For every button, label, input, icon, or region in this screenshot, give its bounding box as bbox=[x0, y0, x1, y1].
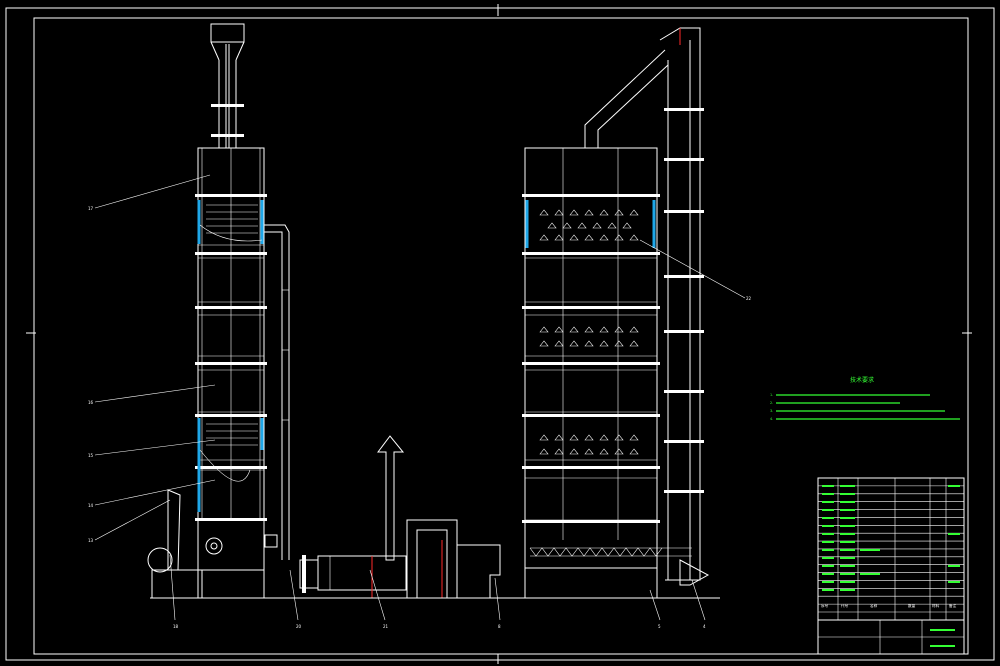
furnace-unit bbox=[299, 435, 520, 599]
header-remark: 备注 bbox=[949, 603, 957, 608]
technical-notes: 技术要求 1. 2. 3. 4. bbox=[770, 376, 960, 421]
callout-21: 21 bbox=[383, 624, 389, 629]
callout-15: 15 bbox=[88, 453, 94, 458]
callout-labels: 17 16 15 14 13 18 20 21 8 5 4 22 bbox=[88, 206, 752, 629]
note-3: 3. bbox=[770, 409, 773, 413]
callout-5: 5 bbox=[658, 624, 661, 629]
parts-header: 序号 代号 名称 数量 材料 备注 bbox=[821, 603, 957, 608]
header-material: 材料 bbox=[932, 603, 940, 608]
note-1: 1. bbox=[770, 393, 773, 397]
left-tower bbox=[147, 23, 300, 599]
callout-17: 17 bbox=[88, 206, 94, 211]
callout-20: 20 bbox=[296, 624, 302, 629]
callout-14: 14 bbox=[88, 503, 94, 508]
callout-16: 16 bbox=[88, 400, 94, 405]
leaders bbox=[94, 174, 746, 621]
callout-4: 4 bbox=[703, 624, 706, 629]
note-4: 4. bbox=[770, 417, 773, 421]
header-code: 代号 bbox=[841, 603, 849, 608]
callout-8: 8 bbox=[498, 624, 501, 629]
note-2: 2. bbox=[770, 401, 773, 405]
header-qty: 数量 bbox=[908, 603, 916, 608]
right-tower bbox=[520, 27, 720, 599]
vent-grid bbox=[539, 209, 639, 455]
cad-drawing: 17 16 15 14 13 18 20 21 8 5 4 22 技术要求 1.… bbox=[5, 4, 995, 664]
callout-13: 13 bbox=[88, 538, 94, 543]
callout-22: 22 bbox=[746, 296, 752, 301]
title-block: 序号 代号 名称 数量 材料 备注 bbox=[817, 477, 965, 655]
callout-18: 18 bbox=[173, 624, 179, 629]
header-seq: 序号 bbox=[821, 603, 829, 608]
notes-title: 技术要求 bbox=[850, 376, 874, 384]
header-name: 名称 bbox=[870, 603, 878, 608]
